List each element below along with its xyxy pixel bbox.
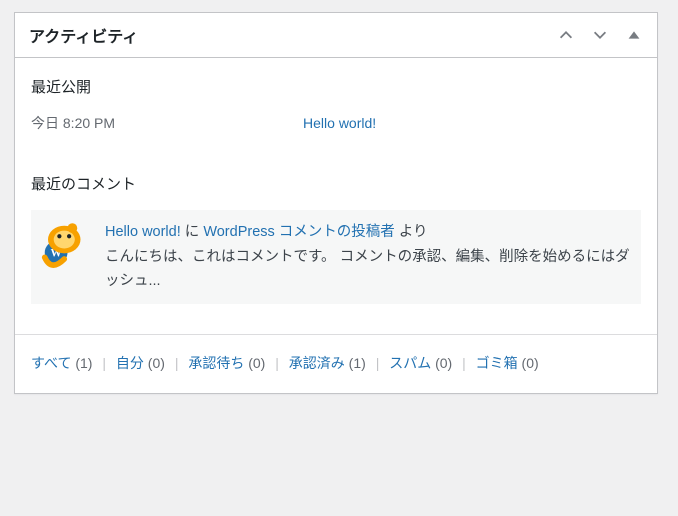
- filter-spam[interactable]: スパム: [389, 355, 431, 371]
- comment-list: W Hello world! に WordPress コメントの投稿者 より こ…: [15, 204, 657, 322]
- filter-pending[interactable]: 承認待ち: [188, 355, 244, 371]
- comment-from-label: より: [399, 224, 428, 240]
- filter-pending-count: (0): [248, 355, 265, 371]
- comment-particle: に: [185, 224, 200, 240]
- panel-header: アクティビティ: [15, 13, 657, 58]
- separator: |: [102, 355, 106, 371]
- comment-item: W Hello world! に WordPress コメントの投稿者 より こ…: [31, 210, 641, 304]
- filter-trash[interactable]: ゴミ箱: [476, 355, 518, 371]
- filter-mine-count: (0): [148, 355, 165, 371]
- comment-excerpt: こんにちは、これはコメントです。 コメントの承認、編集、削除を始めるにはダッシュ…: [105, 245, 637, 294]
- comment-body: Hello world! に WordPress コメントの投稿者 より こんに…: [105, 220, 637, 294]
- move-down-icon[interactable]: [591, 26, 609, 44]
- filter-all[interactable]: すべて: [31, 355, 71, 371]
- published-post-link[interactable]: Hello world!: [303, 115, 376, 131]
- filter-approved-count: (1): [349, 355, 366, 371]
- comment-filters: すべて (1) | 自分 (0) | 承認待ち (0) | 承認済み (1) |…: [15, 334, 657, 393]
- filter-approved[interactable]: 承認済み: [289, 355, 345, 371]
- recently-published-heading: 最近公開: [31, 76, 641, 97]
- recently-published-section: 最近公開 今日 8:20 PM Hello world!: [15, 58, 657, 155]
- published-date: 今日 8:20 PM: [31, 113, 115, 133]
- published-item: 今日 8:20 PM Hello world!: [31, 107, 641, 145]
- filter-mine[interactable]: 自分: [116, 355, 144, 371]
- toggle-panel-icon[interactable]: [625, 26, 643, 44]
- panel-title: アクティビティ: [29, 23, 138, 47]
- activity-panel: アクティビティ 最近公開 今日 8:20 PM Hello world! 最近の…: [14, 12, 658, 394]
- separator: |: [175, 355, 179, 371]
- comment-post-link[interactable]: Hello world!: [105, 224, 181, 240]
- filter-all-count: (1): [75, 355, 92, 371]
- recent-comments-section: 最近のコメント: [15, 155, 657, 194]
- separator: |: [376, 355, 380, 371]
- separator: |: [275, 355, 279, 371]
- separator: |: [462, 355, 466, 371]
- filter-spam-count: (0): [435, 355, 452, 371]
- filter-trash-count: (0): [522, 355, 539, 371]
- panel-controls: [557, 26, 643, 44]
- wapuu-avatar-icon: W: [35, 220, 87, 272]
- recent-comments-heading: 最近のコメント: [31, 173, 641, 194]
- comment-meta: Hello world! に WordPress コメントの投稿者 より: [105, 220, 637, 245]
- comment-author-link[interactable]: WordPress コメントの投稿者: [203, 224, 394, 240]
- move-up-icon[interactable]: [557, 26, 575, 44]
